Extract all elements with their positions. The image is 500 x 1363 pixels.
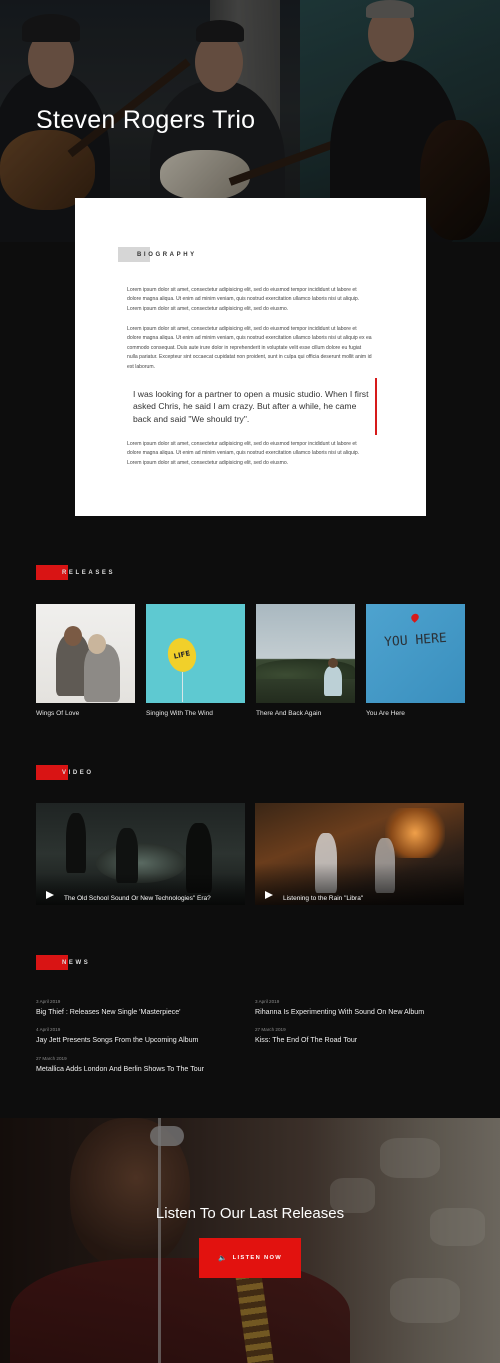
news-date: 4 April 2019 — [36, 1027, 61, 1032]
cover-figure — [84, 644, 120, 702]
release-cover[interactable]: LIFE — [146, 604, 245, 703]
balloon-icon: LIFE — [164, 635, 200, 675]
news-date: 27 March 2019 — [36, 1056, 67, 1061]
biography-paragraph: Lorem ipsum dolor sit amet, consectetur … — [127, 287, 360, 312]
play-icon[interactable] — [265, 891, 273, 899]
balloon-string — [182, 672, 183, 702]
video-card[interactable]: The Old School Sound Or New Technologies… — [36, 803, 245, 905]
news-item[interactable]: 4 April 2019 Jay Jett Presents Songs Fro… — [36, 1027, 246, 1044]
release-title[interactable]: You Are Here — [366, 710, 465, 717]
release-cover[interactable]: YOU HERE — [366, 604, 465, 703]
cover-figure — [324, 666, 342, 696]
biography-paragraph: Lorem ipsum dolor sit amet, consectetur … — [127, 441, 360, 466]
video-tag: VIDEO — [36, 765, 94, 780]
biography-card: BIOGRAPHY Lorem ipsum dolor sit amet, co… — [75, 198, 426, 516]
news-title[interactable]: Jay Jett Presents Songs From the Upcomin… — [36, 1036, 246, 1044]
video-title[interactable]: The Old School Sound Or New Technologies… — [64, 895, 211, 902]
video-tag-label: VIDEO — [62, 769, 94, 776]
listen-now-button[interactable]: 🔈 LISTEN NOW — [199, 1238, 301, 1278]
release-card[interactable]: YOU HERE You Are Here — [366, 604, 465, 717]
biography-tag: BIOGRAPHY — [118, 247, 197, 262]
release-card[interactable]: Wings Of Love — [36, 604, 135, 717]
play-icon[interactable] — [46, 891, 54, 899]
release-card[interactable]: There And Back Again — [256, 604, 355, 717]
release-card[interactable]: LIFE Singing With The Wind — [146, 604, 245, 717]
heart-icon — [409, 612, 421, 623]
releases-tag: RELEASES — [36, 565, 115, 580]
listen-now-label: LISTEN NOW — [232, 1255, 283, 1261]
cover-head — [64, 626, 82, 646]
news-title[interactable]: Big Thief : Releases New Single 'Masterp… — [36, 1008, 246, 1016]
cover-head — [88, 634, 106, 654]
cover-wall-text: YOU HERE — [383, 630, 448, 651]
news-tag-label: NEWS — [62, 959, 91, 966]
news-item[interactable]: 27 March 2019 Kiss: The End Of The Road … — [255, 1027, 465, 1044]
biography-paragraph: Lorem ipsum dolor sit amet, consectetur … — [127, 326, 372, 370]
biography-quote: I was looking for a partner to open a mu… — [133, 389, 369, 424]
news-title[interactable]: Rihanna Is Experimenting With Sound On N… — [255, 1008, 465, 1016]
page-title: Steven Rogers Trio — [36, 106, 256, 134]
release-title[interactable]: There And Back Again — [256, 710, 355, 717]
news-item[interactable]: 27 March 2019 Metallica Adds London And … — [36, 1056, 246, 1073]
release-cover[interactable] — [36, 604, 135, 703]
release-title[interactable]: Wings Of Love — [36, 710, 135, 717]
video-title[interactable]: Listening to the Rain "Libra" — [283, 895, 363, 902]
speaker-icon: 🔈 — [217, 1255, 227, 1262]
cover-head — [328, 658, 338, 668]
news-date: 3 April 2019 — [255, 999, 280, 1004]
release-cover[interactable] — [256, 604, 355, 703]
biography-tag-label: BIOGRAPHY — [137, 251, 197, 258]
news-item[interactable]: 3 April 2019 Big Thief : Releases New Si… — [36, 999, 246, 1016]
release-title[interactable]: Singing With The Wind — [146, 710, 245, 717]
news-title[interactable]: Metallica Adds London And Berlin Shows T… — [36, 1065, 246, 1073]
quote-accent-bar — [375, 378, 377, 435]
news-date: 3 April 2019 — [36, 999, 61, 1004]
cta-title: Listen To Our Last Releases — [155, 1205, 345, 1222]
releases-tag-label: RELEASES — [62, 569, 116, 576]
news-title[interactable]: Kiss: The End Of The Road Tour — [255, 1036, 465, 1044]
balloon-text: LIFE — [173, 649, 191, 661]
news-item[interactable]: 3 April 2019 Rihanna Is Experimenting Wi… — [255, 999, 465, 1016]
video-card[interactable]: Listening to the Rain "Libra" — [255, 803, 464, 905]
news-tag: NEWS — [36, 955, 90, 970]
news-date: 27 March 2019 — [255, 1027, 286, 1032]
video-figure — [66, 813, 86, 873]
